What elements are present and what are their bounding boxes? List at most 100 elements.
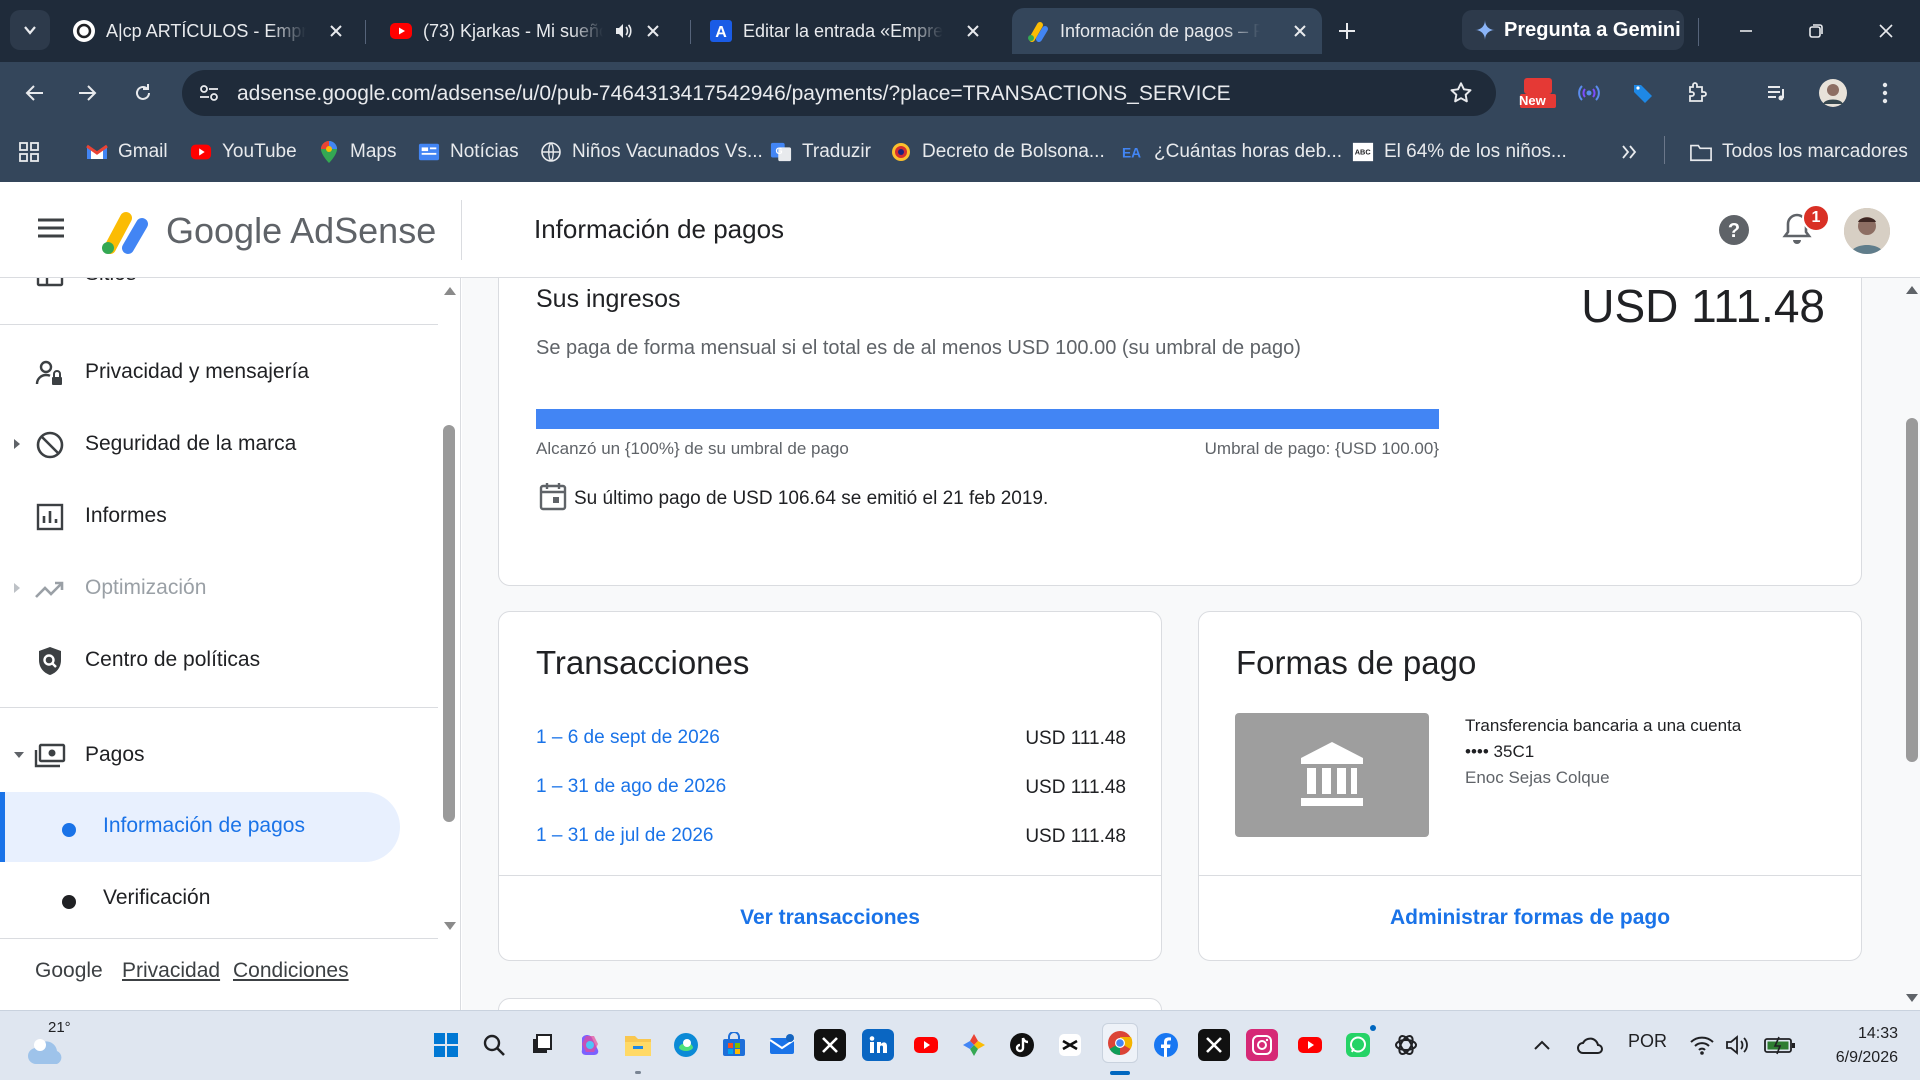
- expand-caret-icon[interactable]: [14, 583, 20, 593]
- sidebar-item-sites[interactable]: Sitios: [0, 278, 438, 304]
- sidebar-item-verification[interactable]: Verificación: [0, 864, 400, 934]
- language-indicator[interactable]: POR: [1628, 1031, 1667, 1052]
- tag-extension-button[interactable]: [1626, 76, 1660, 110]
- browser-menu-button[interactable]: [1868, 76, 1902, 110]
- address-bar[interactable]: adsense.google.com/adsense/u/0/pub-74643…: [182, 70, 1496, 116]
- gemini-button[interactable]: Pregunta a Gemini: [1462, 10, 1684, 50]
- close-window-button[interactable]: [1870, 16, 1902, 46]
- bookmark-item[interactable]: Decreto de Bolsona...: [890, 138, 1105, 166]
- url-text[interactable]: adsense.google.com/adsense/u/0/pub-74643…: [237, 82, 1231, 106]
- x-app-button[interactable]: [814, 1029, 846, 1061]
- table-row[interactable]: 1 – 6 de sept de 2026 USD 111.48: [536, 724, 1126, 754]
- media-control-button[interactable]: [1760, 76, 1794, 110]
- restore-button[interactable]: [1800, 16, 1832, 46]
- edge-button[interactable]: [670, 1029, 702, 1061]
- chrome-button-active[interactable]: [1102, 1023, 1138, 1063]
- table-row[interactable]: 1 – 31 de ago de 2026 USD 111.48: [536, 773, 1126, 803]
- all-bookmarks-button[interactable]: Todos los marcadores: [1690, 138, 1908, 166]
- task-view-button[interactable]: [526, 1029, 558, 1061]
- avatar[interactable]: [1844, 208, 1890, 254]
- x-app-button[interactable]: [1198, 1029, 1230, 1061]
- system-clock[interactable]: 14:33 6/9/2026: [1808, 1022, 1898, 1070]
- minimize-button[interactable]: [1730, 16, 1762, 46]
- apps-button[interactable]: [18, 138, 40, 166]
- close-tab-icon[interactable]: [1288, 19, 1312, 43]
- speaker-icon[interactable]: [613, 21, 633, 41]
- table-row[interactable]: 1 – 31 de jul de 2026 USD 111.48: [536, 822, 1126, 852]
- main-menu-button[interactable]: [36, 216, 66, 240]
- taskbar-search-button[interactable]: [478, 1029, 510, 1061]
- photos-button[interactable]: [958, 1029, 990, 1061]
- capcut-button[interactable]: [1054, 1029, 1086, 1061]
- close-tab-icon[interactable]: [324, 19, 348, 43]
- transaction-period-link[interactable]: 1 – 31 de jul de 2026: [536, 825, 714, 847]
- sidebar-item-policy-center[interactable]: Centro de políticas: [0, 630, 438, 690]
- expand-caret-icon[interactable]: [14, 439, 20, 449]
- onedrive-button[interactable]: [1574, 1029, 1606, 1061]
- volume-button[interactable]: [1722, 1029, 1754, 1061]
- bookmark-youtube[interactable]: YouTube: [190, 138, 297, 166]
- reload-button[interactable]: [126, 76, 160, 110]
- forward-button[interactable]: [70, 76, 104, 110]
- view-transactions-button[interactable]: Ver transacciones: [499, 875, 1161, 960]
- main-scroll-down-icon[interactable]: [1905, 993, 1919, 1003]
- tiktok-button[interactable]: [1006, 1029, 1038, 1061]
- tray-overflow-button[interactable]: [1526, 1029, 1558, 1061]
- battery-button[interactable]: [1760, 1029, 1800, 1061]
- facebook-button[interactable]: [1150, 1029, 1182, 1061]
- back-button[interactable]: [18, 76, 52, 110]
- close-tab-icon[interactable]: [641, 19, 665, 43]
- bookmark-translate[interactable]: G Traduzir: [770, 138, 871, 166]
- help-button[interactable]: ?: [1718, 214, 1750, 246]
- bookmark-maps[interactable]: Maps: [318, 138, 396, 166]
- scroll-down-icon[interactable]: [443, 921, 457, 931]
- youtube-app-button[interactable]: [1294, 1029, 1326, 1061]
- collapse-caret-icon[interactable]: [14, 752, 24, 758]
- scroll-up-icon[interactable]: [443, 286, 457, 296]
- whatsapp-button[interactable]: [1342, 1029, 1374, 1061]
- tab-search-button[interactable]: [10, 10, 50, 50]
- transaction-period-link[interactable]: 1 – 6 de sept de 2026: [536, 727, 720, 749]
- sidebar-item-brand-safety[interactable]: Seguridad de la marca: [0, 414, 438, 474]
- mail-button[interactable]: [766, 1029, 798, 1061]
- cast-extension-button[interactable]: [1572, 76, 1606, 110]
- browser-tab[interactable]: (73) Kjarkas - Mi sueño: [375, 8, 675, 54]
- site-info-icon[interactable]: [196, 80, 222, 106]
- file-explorer-button[interactable]: [622, 1029, 654, 1061]
- extensions-button[interactable]: [1680, 76, 1714, 110]
- sidebar-item-payments[interactable]: Pagos: [0, 725, 438, 785]
- extension-new-button[interactable]: New: [1516, 76, 1560, 110]
- sidebar-item-privacy[interactable]: Privacidad y mensajería: [0, 342, 438, 402]
- close-tab-icon[interactable]: [961, 19, 985, 43]
- browser-tab[interactable]: A Editar la entrada «Emprendedores: [695, 8, 995, 54]
- main-scroll-up-icon[interactable]: [1905, 285, 1919, 295]
- sidebar-scroll-thumb[interactable]: [443, 425, 455, 822]
- youtube-app-button[interactable]: [910, 1029, 942, 1061]
- start-button[interactable]: [430, 1029, 462, 1061]
- sidebar-item-payment-info[interactable]: Información de pagos: [0, 792, 400, 862]
- bookmark-news[interactable]: Notícias: [418, 138, 519, 166]
- adsense-logo-icon[interactable]: [98, 208, 154, 256]
- weather-widget[interactable]: 21°: [26, 1019, 80, 1073]
- main-scroll-thumb[interactable]: [1906, 418, 1918, 762]
- manage-payment-methods-button[interactable]: Administrar formas de pago: [1199, 875, 1861, 960]
- bookmark-item[interactable]: ABC El 64% de los niños...: [1352, 138, 1567, 166]
- browser-tab[interactable]: A|cp ARTÍCULOS - Emprendedores: [58, 8, 358, 54]
- bookmark-star-icon[interactable]: [1448, 80, 1474, 106]
- store-button[interactable]: [718, 1029, 750, 1061]
- sidebar-item-reports[interactable]: Informes: [0, 486, 438, 546]
- sidebar-item-optimization[interactable]: Optimización: [0, 558, 438, 618]
- chatgpt-button[interactable]: [1390, 1029, 1422, 1061]
- transaction-period-link[interactable]: 1 – 31 de ago de 2026: [536, 776, 726, 798]
- wifi-button[interactable]: [1686, 1029, 1718, 1061]
- new-tab-button[interactable]: [1330, 14, 1364, 48]
- more-bookmarks-button[interactable]: [1620, 138, 1638, 166]
- bookmark-item[interactable]: Niños Vacunados Vs...: [540, 138, 763, 166]
- browser-tab-active[interactable]: Información de pagos – Pagos: [1012, 8, 1322, 54]
- bookmark-item[interactable]: EA ¿Cuántas horas deb...: [1122, 138, 1342, 166]
- bookmark-gmail[interactable]: Gmail: [86, 138, 168, 166]
- linkedin-button[interactable]: [862, 1029, 894, 1061]
- brand-name[interactable]: Google AdSense: [166, 210, 436, 252]
- copilot-button[interactable]: [574, 1029, 606, 1061]
- terms-link[interactable]: Condiciones: [233, 959, 349, 983]
